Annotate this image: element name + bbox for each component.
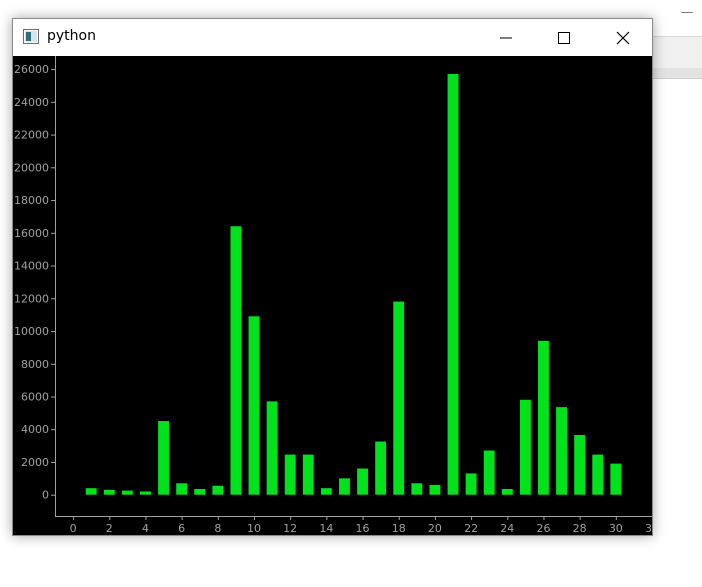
bar — [284, 454, 296, 495]
bar — [592, 454, 604, 495]
x-tick-label: 8 — [214, 522, 221, 535]
bar — [429, 484, 441, 495]
window-title: python — [47, 28, 96, 44]
x-tick-label: 26 — [536, 522, 550, 535]
bar — [447, 74, 459, 495]
bar — [465, 473, 477, 495]
bar — [158, 421, 169, 495]
x-tick-label: 14 — [319, 522, 333, 535]
close-icon — [616, 31, 630, 44]
background-minimize-icon[interactable]: — — [680, 6, 694, 20]
bar — [266, 401, 278, 495]
bar — [610, 463, 622, 495]
y-tick-label: 2000 — [21, 456, 49, 469]
y-tick-label: 14000 — [14, 260, 49, 273]
y-tick-label: 16000 — [14, 227, 49, 240]
x-tick-label: 28 — [573, 522, 587, 535]
background-window-toolbar — [653, 36, 702, 70]
bar — [501, 488, 513, 495]
minimize-button[interactable] — [477, 19, 535, 56]
bar — [519, 399, 531, 495]
x-tick-label: 20 — [428, 522, 442, 535]
y-tick-label: 0 — [42, 489, 49, 502]
bar — [85, 488, 97, 495]
y-tick-label: 22000 — [14, 129, 49, 142]
bar — [140, 491, 151, 495]
x-tick-label: 0 — [70, 522, 77, 535]
bar — [194, 488, 206, 495]
x-tick-label: 22 — [464, 522, 478, 535]
bar — [248, 316, 260, 495]
plot-area[interactable]: 0 2000 4000 6000 8000 10000 12000 14000 16000 180… — [13, 56, 659, 535]
x-tick-label: 16 — [356, 522, 370, 535]
y-tick-label: 26000 — [14, 63, 49, 76]
maximize-icon — [558, 31, 570, 44]
y-tick-label: 6000 — [21, 390, 49, 403]
x-tick-label: 2 — [106, 522, 113, 535]
bar — [320, 488, 332, 495]
y-tick-label: 18000 — [14, 194, 49, 207]
y-tick-label: 8000 — [21, 358, 49, 371]
python-window: python 0 2000 4000 6000 8000 10000 12000 14000 1… — [12, 18, 659, 536]
y-tick-label: 4000 — [21, 423, 49, 436]
x-tick-label: 4 — [142, 522, 149, 535]
bar — [556, 407, 567, 495]
y-tick-label: 24000 — [14, 96, 49, 109]
bar — [574, 434, 586, 495]
bar — [230, 226, 242, 495]
background-window-divider — [653, 68, 702, 79]
x-tick-label: 32 — [645, 522, 652, 535]
bar — [411, 483, 423, 495]
x-tick-label: 6 — [178, 522, 185, 535]
bar — [538, 340, 549, 495]
x-tick-label: 30 — [609, 522, 623, 535]
bar — [393, 301, 405, 495]
bar — [483, 450, 495, 495]
bar — [103, 489, 115, 495]
x-tick-label: 24 — [500, 522, 514, 535]
bar — [212, 485, 224, 495]
bar — [339, 478, 350, 495]
x-tick-label: 12 — [283, 522, 297, 535]
app-window-icon — [23, 29, 39, 44]
x-tick-label: 10 — [247, 522, 261, 535]
close-button[interactable] — [594, 19, 652, 56]
bar — [302, 454, 314, 495]
y-tick-label: 20000 — [14, 161, 49, 174]
bar-chart: 0200040006000800010000120001400016000180… — [14, 56, 659, 535]
bar — [176, 483, 188, 495]
maximize-button[interactable] — [535, 19, 593, 56]
x-tick-label: 18 — [392, 522, 406, 535]
title-bar[interactable]: python — [13, 19, 652, 56]
minimize-icon — [500, 37, 512, 38]
y-tick-label: 10000 — [14, 325, 49, 338]
bar — [375, 441, 387, 495]
y-tick-label: 12000 — [14, 292, 49, 305]
bar — [357, 468, 368, 495]
bar — [121, 490, 133, 495]
